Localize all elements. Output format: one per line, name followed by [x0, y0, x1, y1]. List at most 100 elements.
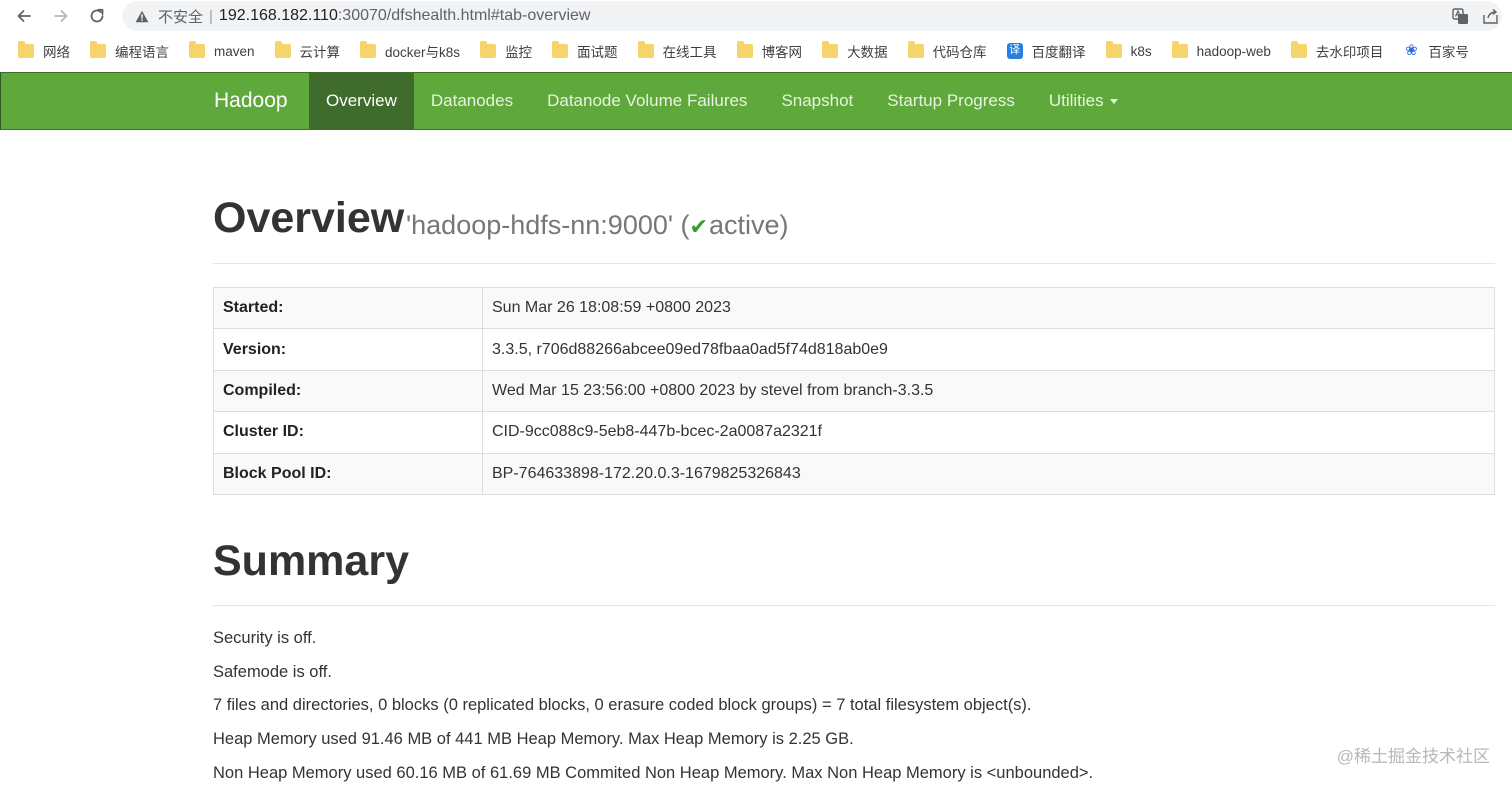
bookmark-item[interactable]: 去水印项目: [1290, 37, 1384, 65]
paw-icon: ❀: [1405, 42, 1418, 59]
nav-tabs: Overview Datanodes Datanode Volume Failu…: [309, 73, 1135, 129]
url-host: 192.168.182.110: [218, 7, 338, 24]
bookmark-item[interactable]: 博客网: [736, 37, 803, 65]
utilities-label: Utilities: [1048, 91, 1104, 110]
row-key: Cluster ID:: [213, 411, 483, 454]
bookmark-label: docker与k8s: [385, 45, 461, 60]
watermark: @稀土掘金技术社区: [1336, 747, 1490, 766]
bookmark-item[interactable]: 监控: [480, 37, 532, 65]
url-path: :30070/dfshealth.html#tab-overview: [337, 7, 591, 24]
bookmark-item[interactable]: 译百度翻译: [1006, 37, 1086, 65]
bookmark-label: 代码仓库: [932, 45, 987, 60]
share-icon[interactable]: [1480, 6, 1500, 26]
bookmark-label: 编程语言: [115, 45, 169, 60]
bookmark-label: 面试题: [577, 45, 618, 60]
namenode-address: 'hadoop-hdfs-nn:9000' (: [406, 210, 690, 240]
summary-lines: Security is off. Safemode is off. 7 file…: [213, 622, 1093, 787]
folder-icon: [360, 41, 377, 58]
translate-page-icon[interactable]: [1450, 6, 1470, 26]
row-value: BP-764633898-172.20.0.3-1679825326843: [482, 452, 1495, 495]
summary-title: Summary: [213, 537, 409, 585]
row-value: 3.3.5, r706d88266abcee09ed78fbaa0ad5f74d…: [482, 328, 1495, 371]
tab-snapshot[interactable]: Snapshot: [764, 73, 870, 129]
tab-startup-progress[interactable]: Startup Progress: [870, 73, 1032, 129]
row-value: Wed Mar 15 23:56:00 +0800 2023 by stevel…: [482, 369, 1495, 413]
bookmark-item[interactable]: ❀ 百家号: [1403, 37, 1469, 65]
warning-icon[interactable]: [134, 8, 150, 24]
bookmark-item[interactable]: k8s: [1105, 37, 1152, 65]
bookmark-item[interactable]: 编程语言: [90, 37, 169, 65]
table-row: Block Pool ID: BP-764633898-172.20.0.3-1…: [213, 452, 1495, 495]
insecure-label: 不安全: [158, 8, 204, 26]
tab-overview[interactable]: Overview: [309, 73, 414, 129]
translate-icon: 译: [1006, 43, 1023, 59]
table-row: Version: 3.3.5, r706d88266abcee09ed78fba…: [213, 328, 1495, 371]
folder-icon: [1105, 41, 1122, 58]
row-value: Sun Mar 26 18:08:59 +0800 2023: [482, 286, 1495, 330]
folder-icon: [1290, 41, 1307, 58]
address-bar[interactable]: 不安全 | 192.168.182.110:30070/dfshealth.ht…: [122, 1, 1502, 31]
forward-icon[interactable]: [49, 4, 73, 28]
summary-line: Heap Memory used 91.46 MB of 441 MB Heap…: [213, 730, 854, 749]
bookmark-label: 在线工具: [662, 45, 717, 60]
folder-icon: [189, 41, 205, 58]
browser-toolbar: 不安全 | 192.168.182.110:30070/dfshealth.ht…: [0, 0, 1512, 32]
summary-line: Non Heap Memory used 60.16 MB of 61.69 M…: [213, 763, 1094, 782]
tab-datanodes[interactable]: Datanodes: [414, 73, 530, 129]
bookmark-item[interactable]: 代码仓库: [907, 37, 987, 65]
folder-icon: [18, 41, 34, 58]
overview-header: Overview 'hadoop-hdfs-nn:9000' (✔active): [213, 192, 1495, 264]
table-row: Cluster ID: CID-9cc088c9-5eb8-447b-bcec-…: [213, 411, 1495, 454]
row-key: Version:: [213, 328, 483, 371]
summary-header: Summary: [213, 533, 1495, 606]
bookmark-label: 监控: [505, 45, 533, 60]
folder-icon: [552, 41, 569, 58]
folder-icon: [822, 41, 839, 58]
folder-icon: [1171, 41, 1188, 58]
url-separator: |: [209, 7, 213, 25]
hadoop-navbar: Hadoop Overview Datanodes Datanode Volum…: [0, 72, 1512, 130]
bookmark-label: 百家号: [1428, 45, 1469, 60]
overview-table: Started: Sun Mar 26 18:08:59 +0800 2023 …: [213, 286, 1495, 495]
bookmark-label: 网络: [43, 45, 70, 60]
bookmark-item[interactable]: docker与k8s: [360, 37, 460, 65]
folder-icon: [90, 41, 106, 58]
bookmark-label: 去水印项目: [1315, 45, 1384, 60]
bookmark-item[interactable]: maven: [189, 37, 255, 65]
folder-icon: [274, 41, 291, 58]
bookmark-item[interactable]: 网络: [18, 37, 70, 65]
bookmark-label: maven: [214, 43, 255, 59]
folder-icon: [907, 41, 924, 58]
bookmark-item[interactable]: 在线工具: [637, 37, 717, 65]
check-icon: ✔: [689, 214, 708, 239]
bookmark-label: hadoop-web: [1196, 43, 1271, 59]
bookmark-label: 博客网: [761, 45, 803, 60]
bookmark-item[interactable]: hadoop-web: [1171, 37, 1271, 65]
bookmark-item[interactable]: 面试题: [552, 37, 618, 65]
folder-icon: [637, 41, 654, 58]
brand-link[interactable]: Hadoop: [214, 73, 288, 129]
summary-line: Security is off.: [213, 629, 317, 647]
reload-icon[interactable]: [85, 4, 109, 28]
folder-icon: [480, 41, 497, 58]
bookmark-label: k8s: [1130, 43, 1152, 59]
row-value: CID-9cc088c9-5eb8-447b-bcec-2a0087a2321f: [482, 411, 1495, 454]
page-title: Overview: [213, 194, 405, 242]
bookmark-label: 云计算: [299, 45, 341, 60]
row-key: Started:: [213, 286, 483, 330]
folder-icon: [736, 41, 753, 58]
bookmark-label: 百度翻译: [1031, 45, 1086, 60]
bookmark-item[interactable]: 云计算: [274, 37, 341, 65]
namenode-state: active): [708, 210, 789, 240]
table-row: Compiled: Wed Mar 15 23:56:00 +0800 2023…: [213, 369, 1495, 413]
url-text[interactable]: 192.168.182.110:30070/dfshealth.html#tab…: [219, 7, 591, 25]
bookmark-item[interactable]: 大数据: [822, 37, 888, 65]
summary-line: 7 files and directories, 0 blocks (0 rep…: [213, 696, 1032, 715]
back-icon[interactable]: [12, 4, 36, 28]
row-key: Block Pool ID:: [213, 452, 483, 495]
utilities-dropdown[interactable]: Utilities: [1032, 73, 1135, 129]
summary-line: Safemode is off.: [213, 662, 332, 681]
tab-datanode-volume-failures[interactable]: Datanode Volume Failures: [530, 73, 764, 129]
namenode-status: 'hadoop-hdfs-nn:9000' (✔active): [406, 210, 788, 241]
table-row: Started: Sun Mar 26 18:08:59 +0800 2023: [213, 286, 1495, 330]
